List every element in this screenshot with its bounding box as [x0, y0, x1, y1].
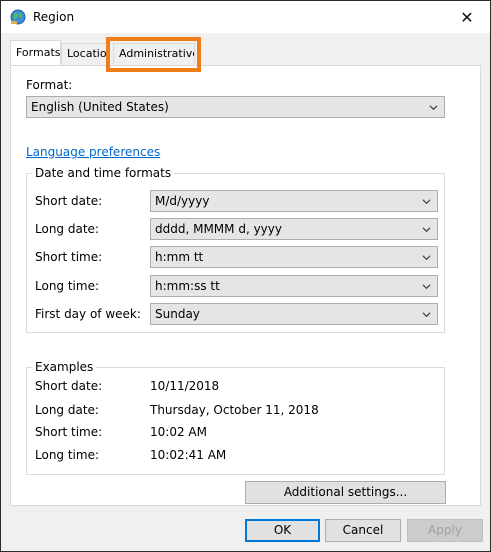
- tab-label: Formats: [16, 46, 61, 59]
- format-dropdown[interactable]: English (United States): [26, 96, 445, 118]
- short-time-value: h:mm tt: [155, 250, 204, 264]
- window-title: Region: [33, 10, 75, 24]
- chevron-down-icon: [422, 199, 431, 205]
- format-label: Format:: [26, 78, 73, 92]
- example-long-time-value: 10:02:41 AM: [150, 448, 227, 462]
- first-day-of-week-value: Sunday: [155, 307, 200, 321]
- first-day-of-week-dropdown[interactable]: Sunday: [150, 303, 438, 325]
- tab-strip: Formats Location Administrative: [1, 33, 490, 68]
- title-bar: Region ✕: [1, 1, 490, 33]
- short-date-value: M/d/yyyy: [155, 194, 210, 208]
- format-value: English (United States): [31, 100, 169, 114]
- example-long-time-label: Long time:: [35, 448, 100, 462]
- long-time-label: Long time:: [35, 279, 100, 293]
- chevron-down-icon: [422, 227, 431, 233]
- chevron-down-icon: [422, 312, 431, 318]
- short-date-label: Short date:: [35, 194, 103, 208]
- group-title: Examples: [32, 360, 97, 374]
- tab-label: Location: [67, 47, 109, 60]
- date-time-formats-group: Date and time formats Short date: M/d/yy…: [26, 166, 445, 333]
- chevron-down-icon: [422, 255, 431, 261]
- cancel-button[interactable]: Cancel: [325, 519, 401, 542]
- example-short-date-label: Short date:: [35, 379, 103, 393]
- long-time-value: h:mm:ss tt: [155, 279, 220, 293]
- example-long-date-value: Thursday, October 11, 2018: [150, 403, 319, 417]
- long-time-dropdown[interactable]: h:mm:ss tt: [150, 275, 438, 297]
- close-button[interactable]: ✕: [444, 1, 490, 33]
- long-date-dropdown[interactable]: dddd, MMMM d, yyyy: [150, 218, 438, 240]
- apply-button[interactable]: Apply: [407, 519, 483, 542]
- long-date-label: Long date:: [35, 222, 99, 236]
- example-short-date-value: 10/11/2018: [150, 379, 220, 393]
- tab-location[interactable]: Location: [61, 43, 109, 64]
- tab-formats[interactable]: Formats: [10, 40, 61, 65]
- region-dialog: Region ✕ Formats Location Administrative…: [0, 0, 491, 552]
- example-long-date-label: Long date:: [35, 403, 99, 417]
- example-short-time-value: 10:02 AM: [150, 425, 207, 439]
- language-preferences-link[interactable]: Language preferences: [26, 145, 160, 159]
- examples-group: Examples Short date: 10/11/2018 Long dat…: [26, 360, 445, 475]
- ok-button[interactable]: OK: [245, 519, 320, 542]
- close-icon: ✕: [460, 7, 474, 27]
- group-title: Date and time formats: [32, 166, 175, 180]
- example-short-time-label: Short time:: [35, 425, 103, 439]
- short-time-dropdown[interactable]: h:mm tt: [150, 246, 438, 268]
- chevron-down-icon: [422, 284, 431, 290]
- first-day-of-week-label: First day of week:: [35, 307, 141, 321]
- short-date-dropdown[interactable]: M/d/yyyy: [150, 190, 438, 212]
- globe-icon: [10, 9, 26, 25]
- short-time-label: Short time:: [35, 250, 103, 264]
- additional-settings-button[interactable]: Additional settings...: [245, 481, 446, 504]
- formats-panel: Format: English (United States) Language…: [10, 65, 481, 506]
- chevron-down-icon: [429, 105, 438, 111]
- long-date-value: dddd, MMMM d, yyyy: [155, 222, 282, 236]
- highlight-annotation: [106, 37, 201, 72]
